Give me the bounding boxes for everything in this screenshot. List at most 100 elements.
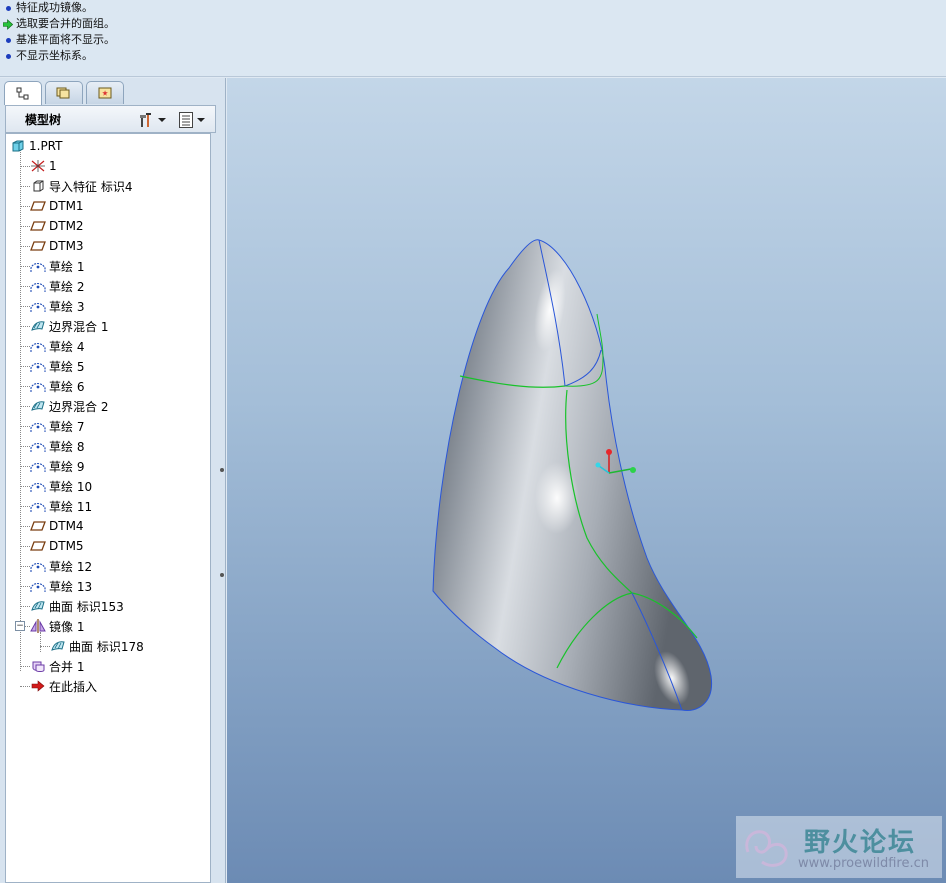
- datum-plane-icon: [30, 239, 46, 253]
- message-line: 基准平面将不显示。: [3, 32, 946, 48]
- tree-item-label: 曲面 标识153: [49, 599, 124, 614]
- message-text: 选取要合并的面组。: [16, 17, 115, 30]
- tree-settings-button[interactable]: [137, 110, 166, 130]
- message-area: 特征成功镜像。 选取要合并的面组。 基准平面将不显示。 不显示坐标系。: [0, 0, 946, 77]
- datum-plane-icon: [30, 519, 46, 533]
- sketch-item[interactable]: 草绘 2: [30, 276, 84, 296]
- datum-plane-icon: [30, 199, 46, 213]
- watermark: 野火论坛 www.proewildfire.cn: [736, 816, 942, 878]
- sketch-icon: [30, 499, 46, 513]
- model-tree-title: 模型树: [25, 112, 62, 127]
- tree-item-label: 草绘 3: [49, 299, 85, 314]
- tree-item-label: 边界混合 2: [49, 399, 109, 414]
- sketch-item[interactable]: 草绘 13: [30, 576, 92, 596]
- sketch-icon: [30, 419, 46, 433]
- part-icon: [10, 139, 26, 153]
- mirror-item[interactable]: 镜像 1: [30, 616, 84, 636]
- sketch-icon: [30, 459, 46, 473]
- message-text: 基准平面将不显示。: [16, 33, 115, 46]
- sketch-icon: [30, 559, 46, 573]
- tree-item-label: 草绘 5: [49, 359, 85, 374]
- merge-item[interactable]: 合并 1: [30, 656, 84, 676]
- folder-browser-tab[interactable]: [45, 81, 83, 104]
- surface-item[interactable]: 曲面 标识153: [30, 596, 124, 616]
- csys-item[interactable]: 1: [30, 156, 57, 176]
- tree-columns-button[interactable]: [178, 110, 205, 130]
- csys-icon: [30, 159, 46, 173]
- tree-root[interactable]: 1.PRT: [10, 136, 62, 156]
- tree-settings-icon: [140, 113, 151, 127]
- surface-item[interactable]: 曲面 标识178: [50, 636, 144, 656]
- tree-item-label: 合并 1: [49, 659, 85, 674]
- import-feature-item[interactable]: 导入特征 标识4: [30, 176, 132, 196]
- tree-item-label: 1: [49, 159, 57, 173]
- tree-item-label: 草绘 7: [49, 419, 85, 434]
- favorites-tab[interactable]: [86, 81, 124, 104]
- watermark-title: 野火论坛: [804, 828, 917, 858]
- sketch-icon: [30, 279, 46, 293]
- model-tree-tab[interactable]: [4, 81, 42, 105]
- sketch-item[interactable]: 草绘 1: [30, 256, 84, 276]
- sketch-item[interactable]: 草绘 11: [30, 496, 92, 516]
- message-text: 特征成功镜像。: [16, 1, 93, 14]
- model-tree-icon: [16, 87, 29, 99]
- tree-item-label: 草绘 13: [49, 579, 93, 594]
- datum-plane-item[interactable]: DTM1: [30, 196, 84, 216]
- sketch-item[interactable]: 草绘 9: [30, 456, 84, 476]
- datum-plane-item[interactable]: DTM4: [30, 516, 84, 536]
- watermark-url: www.proewildfire.cn: [798, 856, 929, 871]
- sketch-icon: [30, 579, 46, 593]
- navigator-panel: 模型树 1.PRT 1 导入特征 标识4 DTM1 DTM2 DTM3 草绘 1 草绘 2 草…: [0, 78, 226, 883]
- model-tree-header: 模型树: [5, 105, 216, 133]
- sketch-icon: [30, 299, 46, 313]
- graphics-window[interactable]: 野火论坛 www.proewildfire.cn: [227, 78, 946, 883]
- sketch-item[interactable]: 草绘 7: [30, 416, 84, 436]
- boundary-blend-icon: [30, 319, 46, 333]
- collapse-toggle[interactable]: −: [15, 621, 25, 631]
- merge-icon: [30, 659, 46, 673]
- message-line: 特征成功镜像。: [3, 0, 946, 16]
- boundary-blend-item[interactable]: 边界混合 1: [30, 316, 108, 336]
- sketch-icon: [30, 339, 46, 353]
- datum-plane-item[interactable]: DTM5: [30, 536, 84, 556]
- tree-item-label: 草绘 8: [49, 439, 85, 454]
- panel-splitter[interactable]: [218, 423, 226, 618]
- insert-here-arrow-icon: [30, 679, 46, 693]
- datum-plane-icon: [30, 539, 46, 553]
- sketch-item[interactable]: 草绘 12: [30, 556, 92, 576]
- datum-plane-item[interactable]: DTM2: [30, 216, 84, 236]
- tree-columns-icon: [179, 112, 193, 128]
- tree-item-label: 草绘 4: [49, 339, 85, 354]
- boundary-blend-item[interactable]: 边界混合 2: [30, 396, 108, 416]
- sketch-item[interactable]: 草绘 8: [30, 436, 84, 456]
- datum-plane-icon: [30, 219, 46, 233]
- sketch-item[interactable]: 草绘 3: [30, 296, 84, 316]
- sketch-item[interactable]: 草绘 5: [30, 356, 84, 376]
- tree-item-label: 草绘 9: [49, 459, 85, 474]
- sketch-item[interactable]: 草绘 10: [30, 476, 92, 496]
- model-tree: 1.PRT 1 导入特征 标识4 DTM1 DTM2 DTM3 草绘 1 草绘 2 草绘 3 边…: [5, 133, 211, 883]
- surface-model[interactable]: [227, 78, 946, 883]
- tree-item-label: DTM4: [49, 519, 84, 533]
- tree-item-label: 边界混合 1: [49, 319, 109, 334]
- tree-item-label: 草绘 12: [49, 559, 93, 574]
- boundary-blend-icon: [30, 399, 46, 413]
- tree-item-label: DTM1: [49, 199, 84, 213]
- tree-item-label: 草绘 6: [49, 379, 85, 394]
- tree-item-label: 草绘 2: [49, 279, 85, 294]
- sketch-item[interactable]: 草绘 6: [30, 376, 84, 396]
- surface-icon: [50, 639, 66, 653]
- watermark-logo-icon: [745, 830, 788, 867]
- sketch-icon: [30, 379, 46, 393]
- sketch-icon: [30, 439, 46, 453]
- mirror-icon: [30, 619, 46, 633]
- tree-root-label: 1.PRT: [29, 139, 63, 153]
- tree-item-label: DTM3: [49, 239, 84, 253]
- sketch-item[interactable]: 草绘 4: [30, 336, 84, 356]
- insert-here-item[interactable]: 在此插入: [30, 676, 97, 696]
- message-line: 选取要合并的面组。: [3, 16, 946, 32]
- datum-plane-item[interactable]: DTM3: [30, 236, 84, 256]
- tree-item-label: 在此插入: [49, 679, 98, 694]
- tree-item-label: 导入特征 标识4: [49, 179, 133, 194]
- surface-icon: [30, 599, 46, 613]
